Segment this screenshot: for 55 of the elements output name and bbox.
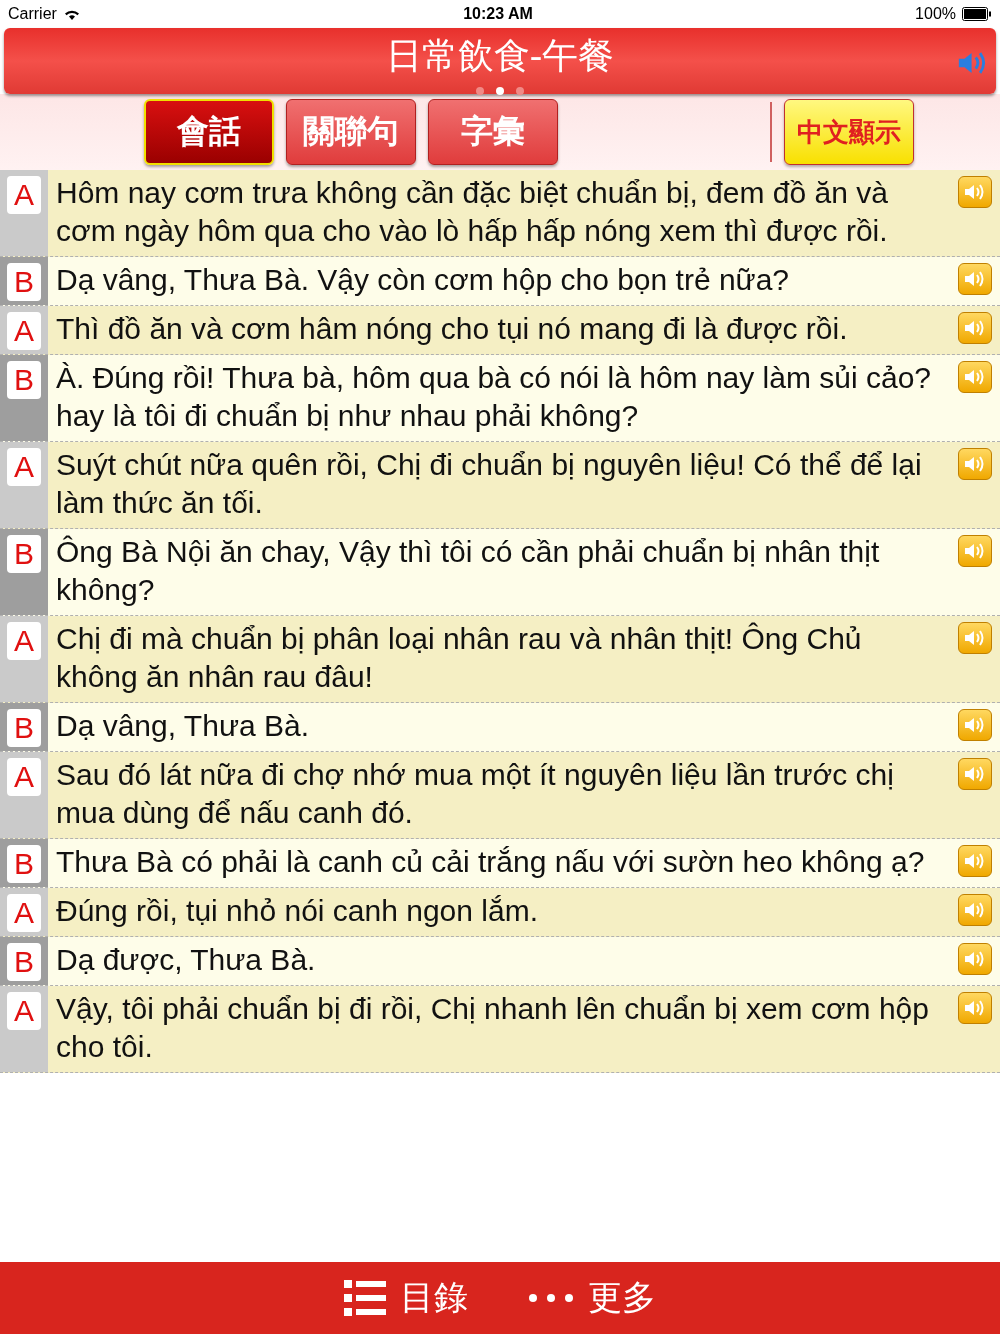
speaker-label: A bbox=[7, 312, 41, 350]
speaker-label: B bbox=[7, 361, 41, 399]
page-dot[interactable] bbox=[516, 87, 524, 95]
dialogue-text: Hôm nay cơm trưa không cần đặc biệt chuẩn bị, đem đồ ăn và cơm ngày hôm qua cho vào lò hấp hấp nóng xem thì được rồi. bbox=[55, 175, 889, 249]
speaker-icon[interactable] bbox=[958, 361, 992, 393]
dialogue-text: Vậy, tôi phải chuẩn bị đi rồi, Chị nhanh lên chuẩn bị xem cơm hộp cho tôi. bbox=[55, 991, 930, 1065]
speaker-label: A bbox=[7, 992, 41, 1030]
speaker-label: A bbox=[7, 448, 41, 486]
battery-icon bbox=[962, 7, 992, 21]
speaker-label: B bbox=[7, 535, 41, 573]
dialogue-text: Dạ được, Thưa Bà. bbox=[55, 942, 317, 978]
clock: 10:23 AM bbox=[463, 5, 533, 23]
dialogue-text: Dạ vâng, Thưa Bà. bbox=[55, 708, 310, 744]
lesson-title: 日常飲食-午餐 bbox=[385, 34, 615, 78]
dialogue-text: À. Đúng rồi! Thưa bà, hôm qua bà có nói là hôm nay làm sủi cảo? hay là tôi đi chuẩn bị như nhau phải không? bbox=[55, 360, 933, 434]
dialogue-text: Ông Bà Nội ăn chay, Vậy thì tôi có cần phải chuẩn bị nhân thịt không? bbox=[55, 534, 881, 608]
tab[interactable]: 會話 bbox=[144, 99, 274, 165]
speaker-label: B bbox=[7, 845, 41, 883]
speaker-label: A bbox=[7, 622, 41, 660]
speaker-icon[interactable] bbox=[958, 758, 992, 790]
speaker-label: B bbox=[7, 943, 41, 981]
speaker-label: A bbox=[7, 894, 41, 932]
list-icon bbox=[344, 1280, 386, 1316]
speaker-icon[interactable] bbox=[958, 448, 992, 480]
contents-button[interactable]: 目錄 bbox=[344, 1275, 468, 1321]
battery-label: 100% bbox=[915, 5, 956, 23]
speaker-icon[interactable] bbox=[958, 894, 992, 926]
speaker-icon[interactable] bbox=[958, 535, 992, 567]
tab[interactable]: 字彙 bbox=[428, 99, 558, 165]
speaker-icon[interactable] bbox=[958, 943, 992, 975]
dialogue-text: Thì đồ ăn và cơm hâm nóng cho tụi nó mang đi là được rồi. bbox=[55, 311, 849, 347]
speaker-icon[interactable] bbox=[958, 312, 992, 344]
more-button[interactable]: 更多 bbox=[528, 1275, 656, 1321]
speaker-icon[interactable] bbox=[958, 992, 992, 1024]
dialogue-text: Đúng rồi, tụi nhỏ nói canh ngon lắm. bbox=[55, 893, 539, 929]
dots-icon bbox=[528, 1293, 574, 1303]
speaker-icon[interactable] bbox=[958, 176, 992, 208]
dialogue-text: Thưa Bà có phải là canh củ cải trắng nấu với sườn heo không ạ? bbox=[55, 844, 926, 880]
speaker-icon[interactable] bbox=[958, 263, 992, 295]
speaker-label: B bbox=[7, 709, 41, 747]
dialogue-text: Dạ vâng, Thưa Bà. Vậy còn cơm hộp cho bọn trẻ nữa? bbox=[55, 262, 791, 298]
dialogue-text: Chị đi mà chuẩn bị phân loại nhân rau và nhân thịt! Ông Chủ không ăn nhân rau đâu! bbox=[55, 621, 863, 695]
tab[interactable]: 關聯句 bbox=[286, 99, 416, 165]
chinese-display-button[interactable]: 中文顯示 bbox=[784, 99, 914, 165]
speaker-label: A bbox=[7, 758, 41, 796]
speaker-icon[interactable] bbox=[958, 622, 992, 654]
page-dot[interactable] bbox=[476, 87, 484, 95]
speaker-label: B bbox=[7, 263, 41, 301]
speaker-icon[interactable] bbox=[958, 845, 992, 877]
speaker-label: A bbox=[7, 176, 41, 214]
dialogue-text: Sau đó lát nữa đi chợ nhớ mua một ít nguyên liệu lần trước chị mua dùng để nấu canh đó. bbox=[55, 757, 895, 831]
page-dot[interactable] bbox=[496, 87, 504, 95]
dialogue-text: Suýt chút nữa quên rồi, Chị đi chuẩn bị nguyên liệu! Có thể để lại làm thức ăn tối. bbox=[55, 447, 923, 521]
speaker-icon[interactable] bbox=[958, 709, 992, 741]
carrier-label: Carrier bbox=[8, 5, 57, 23]
